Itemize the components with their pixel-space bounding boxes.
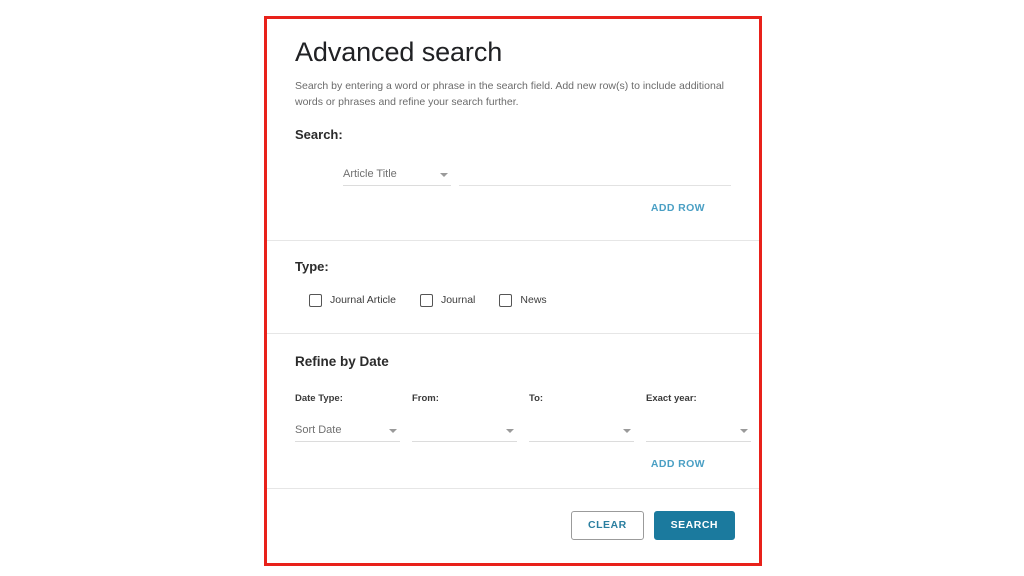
date-column-exact-year: Exact year:	[646, 393, 751, 442]
search-field-type-select[interactable]: Article Title	[343, 164, 451, 186]
date-column-label: Date Type:	[295, 392, 343, 404]
date-column-to: To:	[529, 393, 634, 442]
search-section-spacer	[295, 214, 731, 240]
date-section: Refine by Date Date Type: Sort Date From…	[267, 334, 759, 488]
date-column-label: From:	[412, 392, 439, 404]
chevron-down-icon	[506, 428, 514, 433]
type-option-label: Journal Article	[330, 294, 396, 307]
page-title: Advanced search	[295, 37, 503, 67]
chevron-down-icon	[440, 172, 448, 177]
chevron-down-icon	[389, 428, 397, 433]
advanced-search-card: Advanced search Search by entering a wor…	[267, 19, 759, 563]
date-section-heading: Refine by Date	[295, 353, 389, 369]
type-option-label: News	[520, 294, 547, 307]
search-row: Article Title	[295, 163, 731, 186]
type-option-news[interactable]: News	[499, 293, 547, 307]
checkbox-icon[interactable]	[419, 293, 433, 307]
date-section-spacer	[295, 470, 731, 488]
date-column-from: From:	[412, 393, 517, 442]
search-section-label: Search:	[295, 126, 343, 142]
clear-button[interactable]: CLEAR	[570, 510, 644, 540]
type-option-journal-article[interactable]: Journal Article	[309, 293, 396, 307]
type-checkbox-row: Journal Article Journal News	[309, 293, 731, 307]
date-grid: Date Type: Sort Date From: To: Exact yea…	[295, 393, 751, 442]
date-column-label: Exact year:	[646, 392, 697, 404]
type-section: Type: Journal Article Journal News	[267, 241, 759, 333]
type-option-label: Journal	[440, 294, 476, 307]
card-header: Advanced search Search by entering a wor…	[267, 19, 759, 111]
date-type-value: Sort Date	[295, 423, 342, 436]
page-description: Search by entering a word or phrase in t…	[295, 80, 724, 109]
type-section-spacer	[295, 307, 731, 333]
search-field-type-value: Article Title	[343, 167, 397, 180]
checkbox-icon[interactable]	[309, 293, 322, 307]
date-column-date-type: Date Type: Sort Date	[295, 393, 400, 442]
date-column-label: To:	[529, 392, 544, 404]
date-to-select[interactable]	[529, 420, 634, 442]
date-type-select[interactable]: Sort Date	[295, 420, 400, 442]
form-footer: CLEAR SEARCH	[267, 489, 759, 540]
type-section-label: Type:	[295, 258, 329, 274]
search-query-underline	[459, 163, 731, 186]
chevron-down-icon	[740, 428, 748, 433]
date-add-row-link[interactable]: ADD ROW	[295, 458, 731, 470]
search-query-field	[459, 163, 731, 186]
search-button[interactable]: SEARCH	[653, 510, 735, 540]
search-add-row-link[interactable]: ADD ROW	[295, 202, 731, 214]
search-section: Search: Article Title ADD ROW	[267, 111, 759, 240]
search-input[interactable]	[459, 163, 731, 184]
chevron-down-icon	[623, 428, 631, 433]
highlight-frame: Advanced search Search by entering a wor…	[264, 16, 762, 566]
checkbox-icon[interactable]	[499, 293, 513, 307]
date-from-select[interactable]	[412, 420, 517, 442]
type-option-journal[interactable]: Journal	[419, 293, 476, 307]
date-exact-year-select[interactable]	[646, 420, 751, 442]
